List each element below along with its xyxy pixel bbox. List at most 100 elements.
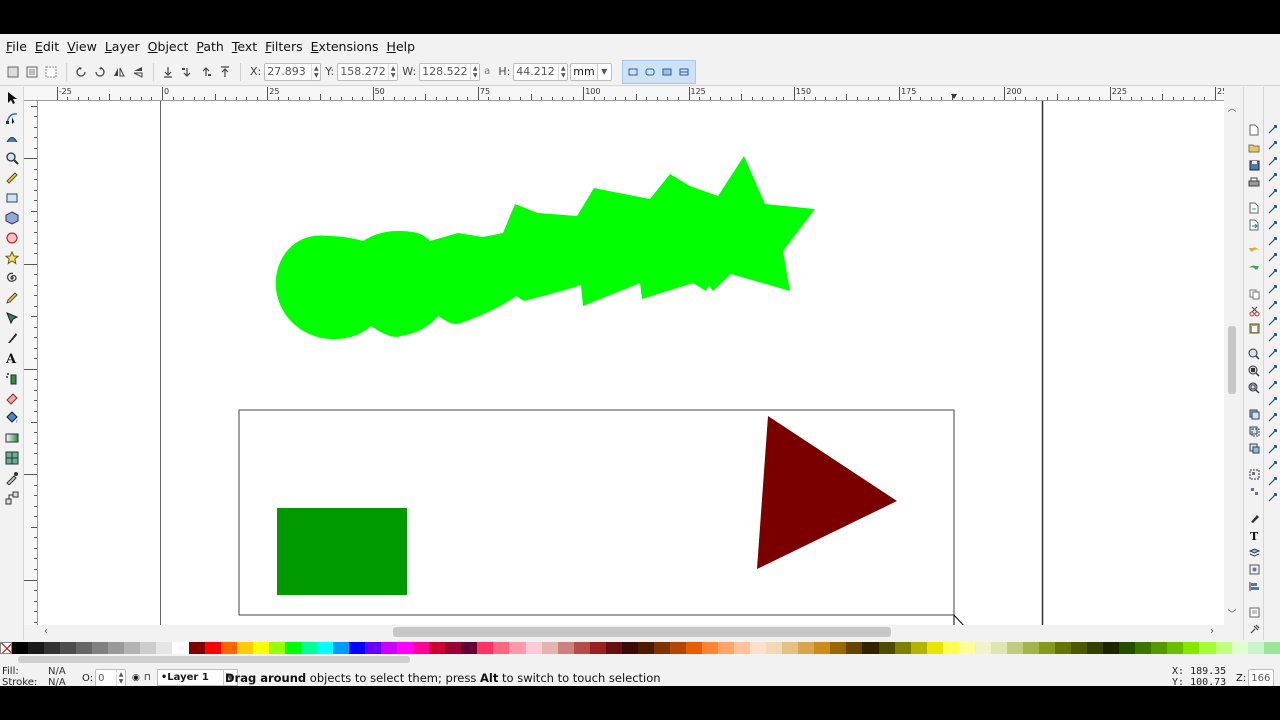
palette-swatch[interactable] bbox=[220, 642, 237, 654]
tweak-tool[interactable] bbox=[3, 129, 21, 147]
scale-corners-icon[interactable] bbox=[642, 63, 658, 81]
palette-swatch[interactable] bbox=[236, 642, 253, 654]
palette-swatch[interactable] bbox=[204, 642, 221, 654]
palette-swatch[interactable] bbox=[108, 642, 125, 654]
red-triangle[interactable] bbox=[757, 416, 897, 569]
raise-to-top-icon[interactable] bbox=[216, 63, 234, 81]
palette-swatch[interactable] bbox=[958, 642, 975, 654]
w-input[interactable] bbox=[420, 63, 471, 80]
export-icon[interactable] bbox=[1247, 218, 1261, 232]
palette-swatch[interactable] bbox=[814, 642, 831, 654]
palette-swatch[interactable] bbox=[605, 642, 622, 654]
palette-swatch[interactable] bbox=[702, 642, 719, 654]
palette-swatch[interactable] bbox=[525, 642, 542, 654]
palette-swatch[interactable] bbox=[28, 642, 45, 654]
calligraphy-tool[interactable] bbox=[3, 329, 21, 347]
palette-swatch[interactable] bbox=[1071, 642, 1088, 654]
xml-editor-icon[interactable] bbox=[1247, 562, 1261, 576]
canvas[interactable] bbox=[38, 101, 1224, 625]
palette-swatch[interactable] bbox=[124, 642, 141, 654]
snap-toggle-icon[interactable] bbox=[1266, 331, 1279, 344]
dropper-tool[interactable] bbox=[3, 469, 21, 487]
layers-icon[interactable] bbox=[1247, 545, 1261, 559]
snap-toggle-icon[interactable] bbox=[1266, 219, 1279, 232]
palette-swatch[interactable] bbox=[188, 642, 205, 654]
rectangle-tool[interactable] bbox=[3, 189, 21, 207]
transform-patterns-icon[interactable] bbox=[676, 63, 692, 81]
lock-icon[interactable]: ⊓ bbox=[144, 673, 151, 683]
menu-file[interactable]: File bbox=[2, 39, 31, 54]
palette-swatch[interactable] bbox=[685, 642, 703, 654]
palette-swatch[interactable] bbox=[140, 642, 157, 654]
zoom-field[interactable] bbox=[1248, 669, 1275, 686]
palette-scrollbar[interactable] bbox=[18, 656, 410, 663]
opacity-input[interactable] bbox=[96, 670, 117, 686]
snap-toggle-icon[interactable] bbox=[1266, 139, 1279, 152]
deselect-icon[interactable] bbox=[42, 63, 60, 81]
undo-icon[interactable] bbox=[1247, 243, 1261, 257]
palette-swatch[interactable] bbox=[1103, 642, 1120, 654]
snap-toggle-icon[interactable] bbox=[1266, 235, 1279, 248]
raise-icon[interactable] bbox=[197, 63, 215, 81]
no-paint-swatch[interactable] bbox=[0, 642, 12, 654]
snap-toggle-icon[interactable] bbox=[1266, 427, 1279, 440]
horizontal-scroll-thumb[interactable] bbox=[393, 627, 891, 637]
opacity-spin-arrows[interactable]: ▲ ▼ bbox=[116, 670, 125, 686]
document-properties-icon[interactable] bbox=[1247, 605, 1261, 619]
snap-toggle-icon[interactable] bbox=[1266, 123, 1279, 136]
open-icon[interactable] bbox=[1247, 141, 1261, 155]
connector-tool[interactable] bbox=[3, 489, 21, 507]
palette-swatch[interactable] bbox=[1199, 642, 1216, 654]
save-icon[interactable] bbox=[1247, 158, 1261, 172]
measure-tool[interactable] bbox=[3, 169, 21, 187]
eye-icon[interactable]: ◉ bbox=[132, 673, 140, 683]
palette-swatch[interactable] bbox=[557, 642, 574, 654]
zoom-input[interactable] bbox=[1249, 670, 1274, 686]
rotate-cw-icon[interactable] bbox=[91, 63, 109, 81]
x-input[interactable] bbox=[265, 63, 312, 80]
select-all-layers-icon[interactable] bbox=[23, 63, 41, 81]
horizontal-ruler[interactable]: -25 0 25 50 75 100 125 150 175 200 225 250 bbox=[24, 87, 1224, 101]
spiral-tool[interactable] bbox=[3, 269, 21, 287]
palette-swatch[interactable] bbox=[1022, 642, 1039, 654]
palette-swatch[interactable] bbox=[1055, 642, 1072, 654]
palette-swatch[interactable] bbox=[1119, 642, 1136, 654]
h-spin-arrows[interactable]: ▲ ▼ bbox=[558, 63, 567, 80]
text-font-icon[interactable]: T bbox=[1247, 528, 1261, 542]
snap-toggle-icon[interactable] bbox=[1266, 395, 1279, 408]
palette-swatch[interactable] bbox=[445, 642, 462, 654]
palette-swatch[interactable] bbox=[1087, 642, 1104, 654]
print-icon[interactable] bbox=[1247, 175, 1261, 189]
select-all-icon[interactable] bbox=[4, 63, 22, 81]
menu-text[interactable]: Text bbox=[228, 39, 261, 54]
horizontal-scrollbar[interactable]: ‹ › bbox=[38, 625, 1224, 639]
palette-swatch[interactable] bbox=[332, 642, 349, 654]
ungroup-icon[interactable] bbox=[1247, 484, 1261, 498]
snap-toggle-icon[interactable] bbox=[1266, 267, 1279, 280]
palette-swatch[interactable] bbox=[509, 642, 526, 654]
snap-toggle-icon[interactable] bbox=[1266, 283, 1279, 296]
copy-icon[interactable] bbox=[1247, 287, 1261, 301]
palette-swatch[interactable] bbox=[252, 642, 269, 654]
palette-swatch[interactable] bbox=[348, 642, 366, 654]
paste-icon[interactable] bbox=[1247, 321, 1261, 335]
palette-swatch[interactable] bbox=[782, 642, 799, 654]
align-distribute-icon[interactable] bbox=[1247, 579, 1261, 593]
snap-toggle-icon[interactable] bbox=[1266, 411, 1279, 424]
group-icon[interactable] bbox=[1247, 467, 1261, 481]
menu-edit[interactable]: Edit bbox=[31, 39, 63, 54]
scroll-up-icon[interactable]: ︿ bbox=[1226, 103, 1238, 115]
x-spin-arrows[interactable]: ▲ ▼ bbox=[311, 63, 320, 80]
snap-toggle-icon[interactable] bbox=[1266, 187, 1279, 200]
palette-swatch[interactable] bbox=[589, 642, 606, 654]
scroll-down-icon[interactable]: ﹀ bbox=[1226, 609, 1238, 621]
palette-swatch[interactable] bbox=[718, 642, 735, 654]
palette-swatch[interactable] bbox=[1039, 642, 1056, 654]
snap-toggle-icon[interactable] bbox=[1266, 491, 1279, 504]
snap-toggle-icon[interactable] bbox=[1266, 443, 1279, 456]
zoom-drawing-icon[interactable] bbox=[1247, 364, 1261, 378]
lower-icon[interactable] bbox=[178, 63, 196, 81]
palette-swatch[interactable] bbox=[766, 642, 783, 654]
palette-swatch[interactable] bbox=[1135, 642, 1152, 654]
spray-tool[interactable] bbox=[3, 369, 21, 387]
